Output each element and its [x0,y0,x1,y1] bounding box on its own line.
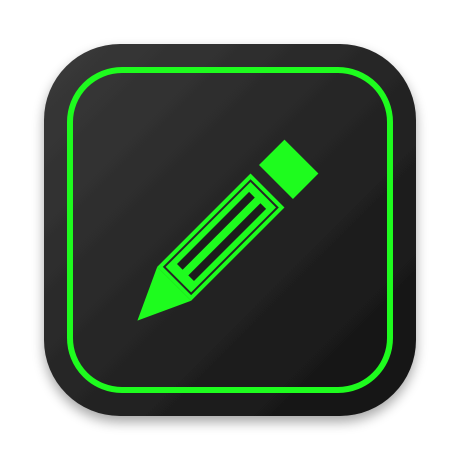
pencil-app-icon[interactable] [0,0,460,460]
icon-canvas [0,0,460,460]
